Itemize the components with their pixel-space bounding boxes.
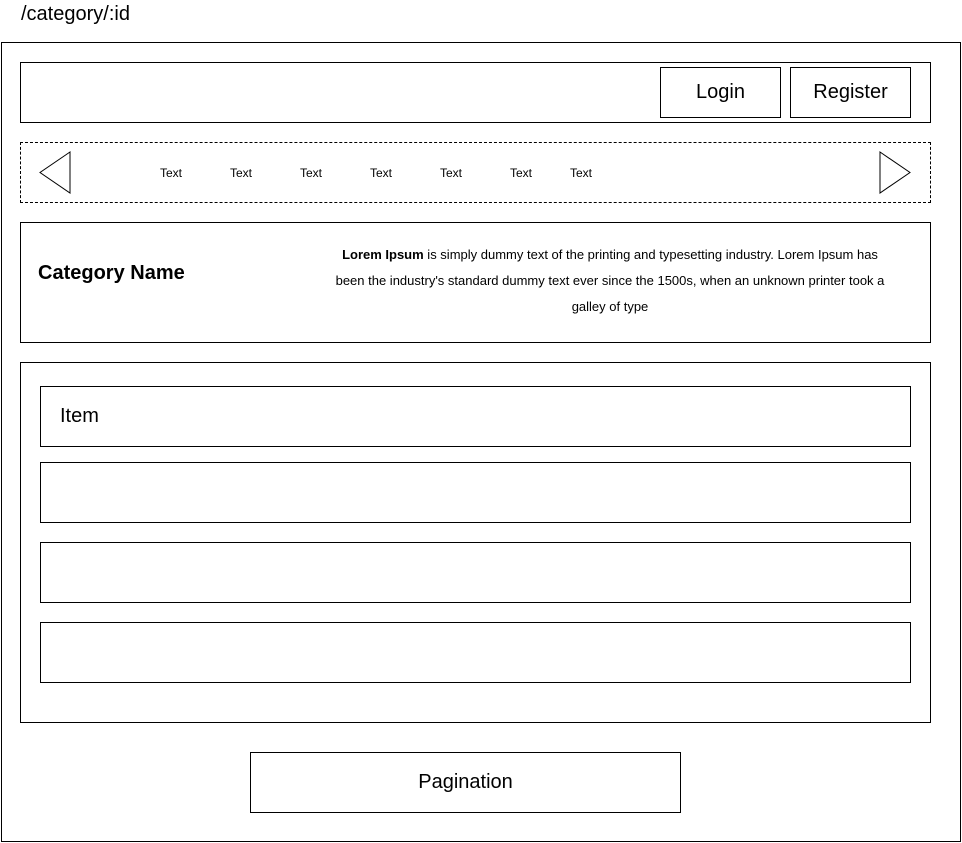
nav-item-7[interactable]: Text (561, 165, 601, 181)
list-item[interactable] (40, 462, 911, 523)
nav-item-4[interactable]: Text (361, 165, 401, 181)
list-item[interactable] (40, 622, 911, 683)
nav-item-6[interactable]: Text (501, 165, 541, 181)
next-arrow-icon[interactable] (879, 151, 911, 194)
nav-item-2[interactable]: Text (221, 165, 261, 181)
register-button[interactable]: Register (790, 67, 911, 118)
login-button[interactable]: Login (660, 67, 781, 118)
nav-item-3[interactable]: Text (291, 165, 331, 181)
pagination-label: Pagination (418, 771, 513, 793)
list-item[interactable] (40, 542, 911, 603)
description-bold: Lorem Ipsum (342, 247, 424, 262)
list-item-label: Item (60, 405, 99, 427)
route-label: /category/:id (21, 3, 130, 25)
prev-arrow-icon[interactable] (39, 151, 71, 194)
nav-item-5[interactable]: Text (431, 165, 471, 181)
list-item[interactable] (40, 386, 911, 447)
nav-item-1[interactable]: Text (151, 165, 191, 181)
category-name: Category Name (38, 262, 185, 284)
category-description: Lorem Ipsum is simply dummy text of the … (330, 242, 890, 320)
